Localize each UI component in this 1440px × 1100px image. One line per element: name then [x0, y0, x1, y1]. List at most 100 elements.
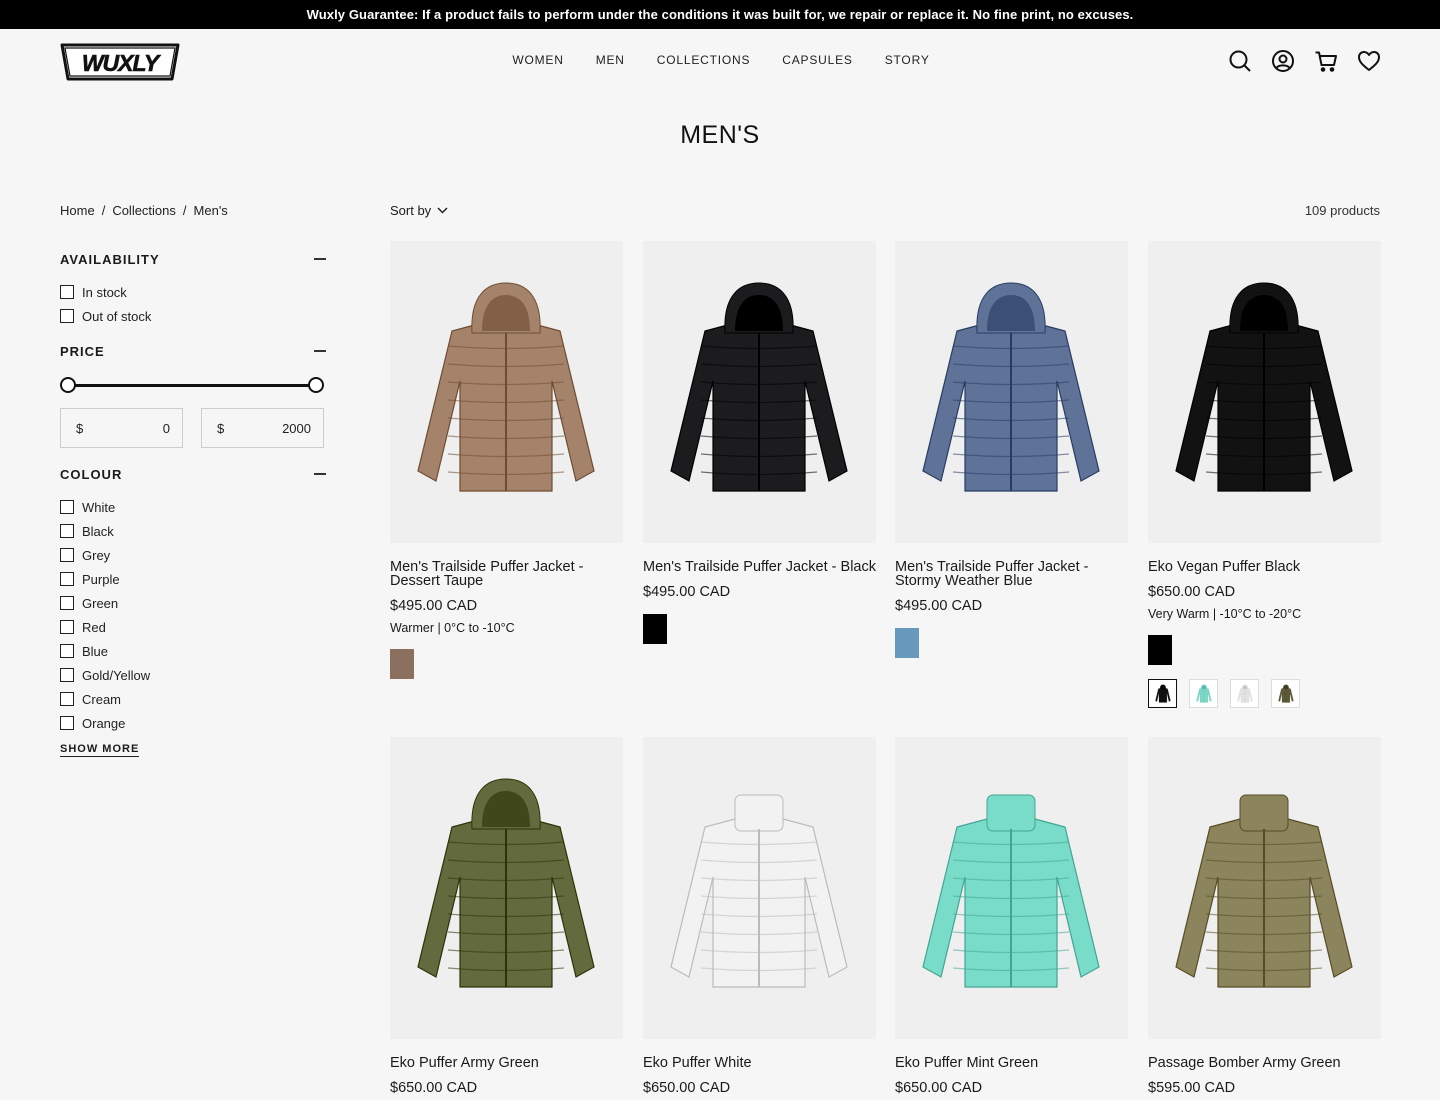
variant-thumbnail[interactable]	[1189, 679, 1218, 708]
product-image[interactable]	[390, 241, 623, 543]
checkbox[interactable]	[60, 668, 74, 682]
product-image[interactable]	[895, 737, 1128, 1039]
filter-option[interactable]: Grey	[60, 543, 326, 567]
filter-option[interactable]: White	[60, 495, 326, 519]
product-image[interactable]	[1148, 737, 1381, 1039]
nav-men[interactable]: MEN	[594, 53, 625, 67]
product-card[interactable]: Eko Puffer Mint Green $650.00 CAD	[895, 737, 1128, 1096]
price-range-slider[interactable]	[60, 375, 326, 395]
product-card[interactable]: Eko Puffer White $650.00 CAD	[643, 737, 876, 1096]
nav-collections[interactable]: COLLECTIONS	[655, 53, 751, 67]
filter-price-title: PRICE	[60, 343, 105, 359]
nav-women[interactable]: WOMEN	[510, 53, 563, 67]
colour-swatch[interactable]	[390, 649, 414, 679]
product-name[interactable]: Men's Trailside Puffer Jacket - Black	[643, 560, 876, 575]
product-name[interactable]: Men's Trailside Puffer Jacket - Stormy W…	[895, 560, 1128, 589]
filter-colour-header[interactable]: COLOUR	[60, 462, 326, 486]
product-image[interactable]	[895, 241, 1128, 543]
search-icon[interactable]	[1227, 48, 1253, 74]
collapse-icon[interactable]	[314, 473, 326, 475]
product-price: $650.00 CAD	[1148, 584, 1236, 600]
filter-option[interactable]: Out of stock	[60, 304, 326, 328]
breadcrumb-separator: /	[101, 203, 106, 218]
checkbox[interactable]	[60, 548, 74, 562]
product-image[interactable]	[390, 737, 623, 1039]
product-name[interactable]: Eko Puffer Mint Green	[895, 1056, 1128, 1071]
product-price: $650.00 CAD	[390, 1080, 478, 1096]
product-price: $650.00 CAD	[643, 1080, 731, 1096]
checkbox[interactable]	[60, 596, 74, 610]
product-card[interactable]: Men's Trailside Puffer Jacket - Stormy W…	[895, 241, 1128, 658]
filter-option[interactable]: Orange	[60, 711, 326, 735]
product-card[interactable]: Men's Trailside Puffer Jacket - Dessert …	[390, 241, 623, 679]
nav-story[interactable]: STORY	[883, 53, 930, 67]
product-name[interactable]: Eko Puffer Army Green	[390, 1056, 623, 1071]
product-name[interactable]: Men's Trailside Puffer Jacket - Dessert …	[390, 560, 623, 589]
variant-thumbnail[interactable]	[1271, 679, 1300, 708]
variant-thumbnail[interactable]	[1230, 679, 1259, 708]
colour-swatches	[643, 614, 876, 644]
checkbox[interactable]	[60, 572, 74, 586]
show-more-link[interactable]: SHOW MORE	[60, 743, 140, 757]
checkbox[interactable]	[60, 692, 74, 706]
collapse-icon[interactable]	[314, 258, 326, 260]
product-card[interactable]: Eko Vegan Puffer Black $650.00 CAD Very Wa…	[1148, 241, 1381, 708]
product-count: 109 products	[1304, 203, 1380, 218]
filter-option[interactable]: Black	[60, 519, 326, 543]
colour-swatches	[390, 649, 623, 679]
filter-availability-header[interactable]: AVAILABILITY	[60, 247, 326, 271]
sort-dropdown[interactable]: Sort by	[390, 203, 448, 218]
nav-capsules[interactable]: CAPSULES	[780, 53, 852, 67]
checkbox[interactable]	[60, 309, 74, 323]
product-card[interactable]: Passage Bomber Army Green $595.00 CAD	[1148, 737, 1381, 1096]
cart-icon[interactable]	[1313, 48, 1339, 74]
product-image[interactable]	[1148, 241, 1381, 543]
checkbox[interactable]	[60, 500, 74, 514]
checkbox[interactable]	[60, 716, 74, 730]
slider-max-handle[interactable]	[308, 377, 324, 393]
checkbox[interactable]	[60, 644, 74, 658]
product-temp-rating: Very Warm | -10°C to -20°C	[1148, 607, 1302, 621]
option-label: White	[82, 499, 116, 515]
wishlist-icon[interactable]	[1356, 48, 1382, 74]
option-label: Blue	[82, 643, 109, 659]
product-name[interactable]: Passage Bomber Army Green	[1148, 1056, 1381, 1071]
product-name[interactable]: Eko Puffer White	[643, 1056, 876, 1071]
colour-swatch[interactable]	[895, 628, 919, 658]
checkbox[interactable]	[60, 524, 74, 538]
filter-option[interactable]: Blue	[60, 639, 326, 663]
filter-option[interactable]: In stock	[60, 280, 326, 304]
filter-availability-title: AVAILABILITY	[60, 251, 160, 267]
product-image[interactable]	[643, 241, 876, 543]
header-icons	[1227, 48, 1382, 74]
colour-swatch[interactable]	[643, 614, 667, 644]
checkbox[interactable]	[60, 285, 74, 299]
filter-option[interactable]: Gold/Yellow	[60, 663, 326, 687]
filter-option[interactable]: Red	[60, 615, 326, 639]
product-name[interactable]: Eko Vegan Puffer Black	[1148, 560, 1381, 575]
filter-option[interactable]: Cream	[60, 687, 326, 711]
slider-min-handle[interactable]	[60, 377, 76, 393]
wuxly-logo[interactable]: WUXLY	[60, 43, 180, 81]
price-min-input[interactable]: $ 0	[60, 408, 183, 448]
breadcrumb-home[interactable]: Home	[60, 203, 95, 218]
product-card[interactable]: Men's Trailside Puffer Jacket - Black $49…	[643, 241, 876, 644]
product-price: $495.00 CAD	[390, 598, 478, 614]
filter-option[interactable]: Green	[60, 591, 326, 615]
collapse-icon[interactable]	[314, 350, 326, 352]
sort-label: Sort by	[390, 203, 432, 218]
filter-option[interactable]: Purple	[60, 567, 326, 591]
product-image[interactable]	[643, 737, 876, 1039]
variant-thumbnail[interactable]	[1148, 679, 1177, 708]
filter-price-header[interactable]: PRICE	[60, 339, 326, 363]
product-card[interactable]: Eko Puffer Army Green $650.00 CAD	[390, 737, 623, 1096]
breadcrumb-collections[interactable]: Collections	[112, 203, 176, 218]
checkbox[interactable]	[60, 620, 74, 634]
colour-swatches	[1148, 635, 1381, 665]
price-min-value: 0	[162, 420, 170, 436]
breadcrumb: Home / Collections / Men's	[60, 203, 228, 218]
chevron-down-icon	[437, 207, 448, 214]
account-icon[interactable]	[1270, 48, 1296, 74]
colour-swatch[interactable]	[1148, 635, 1172, 665]
price-max-input[interactable]: $ 2000	[201, 408, 324, 448]
